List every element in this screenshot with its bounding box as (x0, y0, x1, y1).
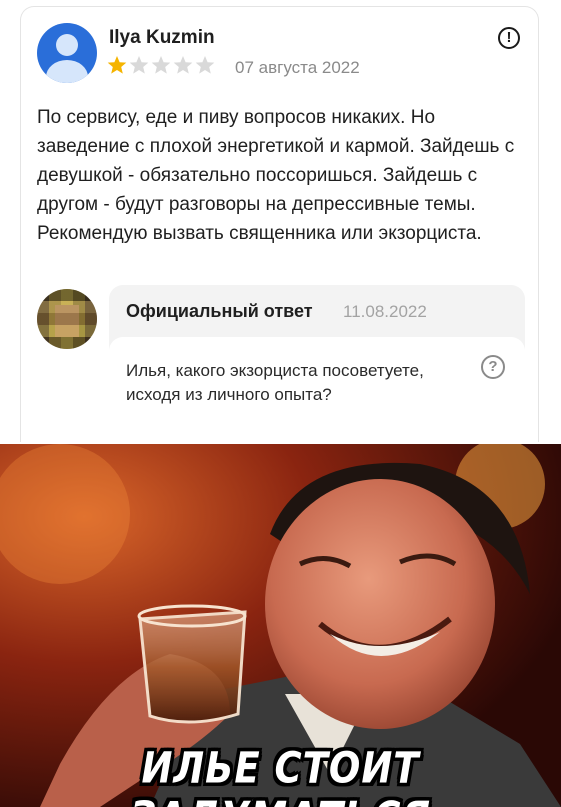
official-reply-date: 11.08.2022 (343, 302, 427, 321)
official-reply: Официальный ответ 11.08.2022 Илья, каког… (109, 285, 525, 447)
official-reply-title: Официальный ответ (126, 301, 313, 321)
star-empty-icon (173, 56, 193, 74)
meme-image: ИЛЬЕ СТОИТ ЗАДУМАТЬСЯ (0, 444, 561, 807)
organization-avatar[interactable] (37, 289, 97, 349)
star-filled-icon (107, 56, 127, 74)
rating-stars (107, 55, 215, 75)
official-reply-bubble: Илья, какого экзорциста посоветуете, исх… (109, 337, 525, 447)
star-empty-icon (129, 56, 149, 74)
review-author-name[interactable]: Ilya Kuzmin (109, 27, 215, 49)
review-date: 07 августа 2022 (235, 58, 360, 77)
official-reply-text: Илья, какого экзорциста посоветуете, исх… (126, 361, 424, 404)
user-avatar[interactable] (37, 23, 97, 83)
avatar-body-shape (46, 60, 88, 83)
avatar-pixelation-overlay (37, 289, 97, 349)
exclamation-circle-icon[interactable]: ! (498, 27, 520, 49)
avatar-head-shape (56, 34, 78, 56)
question-circle-icon[interactable]: ? (481, 355, 505, 379)
star-empty-icon (151, 56, 171, 74)
meme-caption: ИЛЬЕ СТОИТ ЗАДУМАТЬСЯ (130, 743, 430, 807)
review-text: По сервису, еде и пиву вопросов никаких.… (37, 107, 515, 244)
review-card: Ilya Kuzmin 07 августа 2022 ! По сервису… (20, 6, 539, 447)
star-empty-icon (195, 56, 215, 74)
